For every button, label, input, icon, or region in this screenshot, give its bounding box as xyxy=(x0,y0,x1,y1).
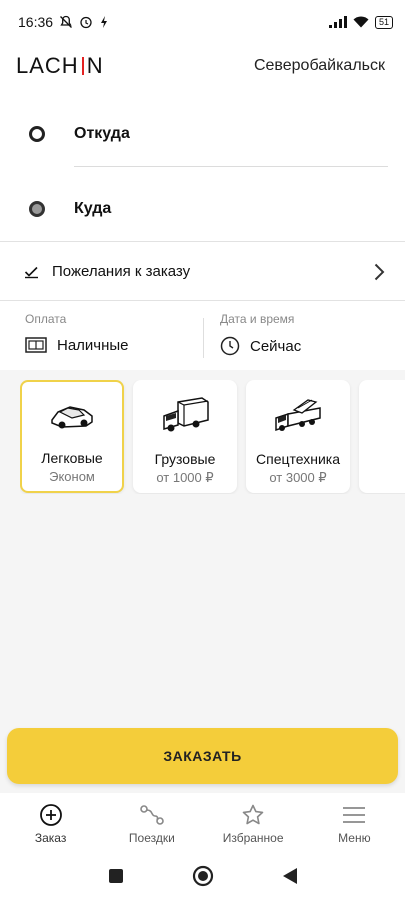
tariff-card-partial[interactable]: У от xyxy=(359,380,405,493)
tariff-subtitle: от 3000 ₽ xyxy=(269,470,327,485)
tariff-card-trucks[interactable]: Грузовые от 1000 ₽ xyxy=(133,380,237,493)
datetime-selector[interactable]: Дата и время Сейчас xyxy=(220,312,301,370)
recents-button-icon[interactable] xyxy=(108,868,124,884)
status-bar: 16:36 51 xyxy=(0,0,405,44)
bell-off-icon xyxy=(60,15,73,28)
divider xyxy=(0,300,405,301)
tab-label: Поездки xyxy=(128,831,175,845)
tariff-carousel[interactable]: Легковые Эконом Грузовые от 1000 ₽ Спецт… xyxy=(20,380,405,494)
from-field[interactable]: Откуда xyxy=(0,96,405,171)
header: LACH N Северобайкальск xyxy=(0,44,405,88)
tariff-title: Спецтехника xyxy=(256,451,340,467)
tab-order[interactable]: Заказ xyxy=(0,793,101,851)
checkmark-icon xyxy=(24,266,38,278)
crane-truck-icon xyxy=(275,399,321,432)
tariff-subtitle: Эконом xyxy=(49,469,95,484)
cash-icon xyxy=(25,337,47,353)
alarm-icon xyxy=(80,16,92,29)
tab-label: Избранное xyxy=(222,831,284,845)
order-wishes-label: Пожелания к заказу xyxy=(52,263,191,280)
from-dot-icon xyxy=(29,125,45,142)
order-button[interactable]: ЗАКАЗАТЬ xyxy=(7,728,398,784)
route-icon xyxy=(140,805,164,825)
payment-title: Оплата xyxy=(25,312,67,326)
signal-icon xyxy=(328,16,347,28)
city-selector[interactable]: Северобайкальск xyxy=(254,57,385,75)
vertical-divider xyxy=(203,318,204,358)
order-wishes-row[interactable]: Пожелания к заказу xyxy=(0,243,405,300)
datetime-title: Дата и время xyxy=(220,312,295,326)
app-logo: LACH N xyxy=(16,53,104,78)
divider xyxy=(0,241,405,242)
tariff-title: Легковые xyxy=(41,450,103,466)
payment-value: Наличные xyxy=(57,336,129,354)
car-icon xyxy=(51,406,93,429)
tariff-title: Грузовые xyxy=(154,451,216,467)
wifi-icon xyxy=(353,16,369,28)
tab-menu[interactable]: Меню xyxy=(304,793,405,851)
home-button-icon[interactable] xyxy=(192,865,214,887)
tariff-subtitle: от 1000 ₽ xyxy=(156,470,214,485)
tab-favorites[interactable]: Избранное xyxy=(203,793,304,851)
payment-selector[interactable]: Оплата Наличные xyxy=(25,312,129,370)
tariff-card-cars[interactable]: Легковые Эконом xyxy=(20,380,124,493)
route-divider xyxy=(74,166,388,167)
tab-label: Меню xyxy=(338,831,371,845)
truck-icon xyxy=(163,397,209,432)
clock-icon xyxy=(220,336,240,356)
tab-trips[interactable]: Поездки xyxy=(101,793,202,851)
system-nav-bar xyxy=(0,851,405,900)
menu-icon xyxy=(343,807,366,823)
data-saver-icon xyxy=(101,16,108,28)
to-label: Куда xyxy=(74,199,112,217)
tariff-card-special[interactable]: Спецтехника от 3000 ₽ xyxy=(246,380,350,493)
datetime-value: Сейчас xyxy=(250,337,302,355)
from-label: Откуда xyxy=(74,124,130,142)
battery-indicator: 51 xyxy=(374,15,393,29)
back-button-icon[interactable] xyxy=(282,867,298,885)
plus-circle-icon xyxy=(39,804,62,826)
chevron-right-icon xyxy=(374,263,385,280)
tab-label: Заказ xyxy=(34,831,67,845)
status-time: 16:36 xyxy=(18,14,54,30)
star-icon xyxy=(242,804,264,825)
to-dot-icon xyxy=(29,200,45,217)
bottom-tab-bar: Заказ Поездки Избранное Меню xyxy=(0,793,405,851)
to-field[interactable]: Куда xyxy=(0,171,405,246)
